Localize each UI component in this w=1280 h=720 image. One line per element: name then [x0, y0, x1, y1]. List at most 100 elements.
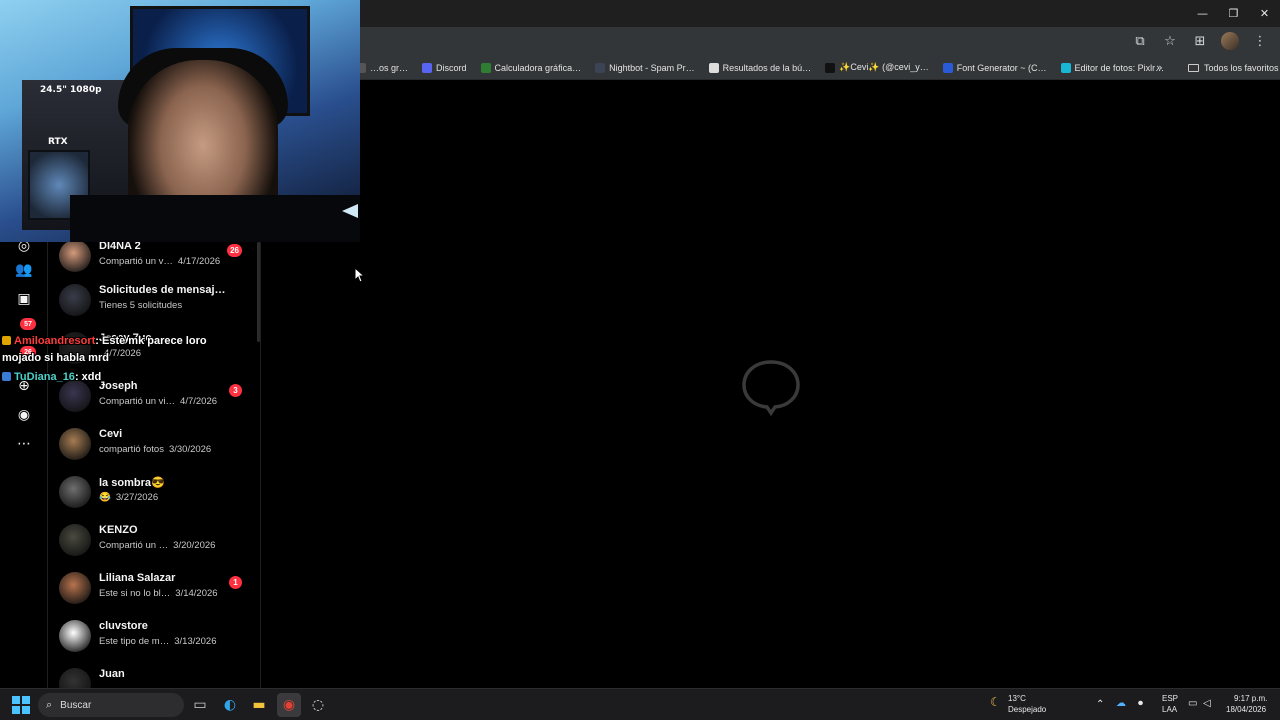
file-explorer-icon[interactable]: ▬	[247, 693, 271, 717]
reels-icon[interactable]: ▣	[14, 289, 34, 309]
taskbar-search[interactable]: ⌕ Buscar	[38, 693, 184, 717]
conversation-name: Solicitudes de mensaj…	[99, 284, 226, 296]
bookmark-item[interactable]: Calculadora gráfica…	[480, 62, 582, 73]
window-controls: — ❐ ✕	[1187, 0, 1280, 27]
tray-overflow-icon[interactable]: ⌃	[1096, 699, 1104, 710]
onedrive-icon[interactable]: ☁	[1116, 698, 1126, 709]
microphone-icon[interactable]: ⏺	[1138, 698, 1143, 709]
profile-icon[interactable]: ◉	[14, 405, 34, 425]
bookmark-item[interactable]: Discord	[422, 62, 467, 73]
conversation-name: Ɉoseph	[99, 380, 138, 392]
all-bookmarks-label: Todos los favoritos	[1204, 62, 1279, 73]
toolbar-actions: ⧉ ☆ ⊞ ⋮	[1128, 27, 1280, 55]
conversation-preview: Este tipo de m…	[99, 636, 170, 647]
close-button[interactable]: ✕	[1249, 0, 1280, 27]
chrome-icon[interactable]: ◉	[277, 693, 301, 717]
conversation-name: Juan	[99, 668, 125, 680]
conversation-preview: 😂	[99, 492, 111, 503]
weather-temp[interactable]: 13°C	[1008, 694, 1026, 703]
extensions-icon[interactable]: ⊞	[1188, 29, 1212, 53]
bookmark-star-icon[interactable]: ☆	[1158, 29, 1182, 53]
unread-badge: 26	[227, 244, 242, 257]
obs-icon[interactable]: ◌	[306, 693, 330, 717]
webcam-monitor-label: 24.5" 1080p	[40, 85, 102, 95]
conversation-item[interactable]: cluvstore Este tipo de m… 3/13/2026	[49, 616, 260, 664]
messenger-bubble-icon	[742, 360, 800, 416]
conversation-item[interactable]: DI4NA 2 Compartió un v… 4/17/2026 26	[49, 242, 260, 284]
bookmark-item[interactable]: Nightbot - Spam Pr…	[595, 62, 695, 73]
conversation-item[interactable]: Cevi compartió fotos 3/30/2026	[49, 424, 260, 472]
conversation-item[interactable]: Ɉoseph Compartió un vi… 4/7/2026 3	[49, 376, 260, 424]
font-generator-icon	[942, 62, 953, 73]
chat-user-1: Amiloandresort	[14, 335, 96, 347]
bookmark-item[interactable]: Editor de fotos: Pixlr…	[1060, 62, 1165, 73]
conversation-item[interactable]: Solicitudes de mensaj… Tienes 5 solicitud…	[49, 280, 260, 328]
bookmark-label: Nightbot - Spam Pr…	[609, 62, 695, 73]
windows-start-icon[interactable]	[12, 696, 30, 714]
document-icon	[708, 62, 719, 73]
bookmark-item[interactable]: Font Generator ~ (C…	[942, 62, 1047, 73]
conversation-item[interactable]: KENZO Compartió un … 3/20/2026	[49, 520, 260, 568]
avatar	[59, 380, 91, 412]
avatar	[59, 242, 91, 272]
conversation-preview-line: 😂 3/27/2026	[99, 492, 158, 503]
folder-icon	[1188, 63, 1199, 72]
menu-kebab-icon[interactable]: ⋮	[1248, 29, 1272, 53]
bookmark-item[interactable]: Resultados de la bú…	[708, 62, 811, 73]
conversation-item[interactable]: la sombra😎 😂 3/27/2026	[49, 472, 260, 520]
conversation-date: 3/20/2026	[173, 540, 216, 551]
profile-avatar[interactable]	[1218, 29, 1242, 53]
webcam-person-shirt	[70, 195, 360, 242]
avatar	[59, 428, 91, 460]
chat-line-2: mojado si habla mrd	[2, 352, 109, 364]
unread-badge: 1	[229, 576, 242, 589]
conversation-name: Cevi	[99, 428, 123, 440]
conversation-name: KENZO	[99, 524, 138, 536]
all-bookmarks-folder[interactable]: Todos los favoritos	[1188, 55, 1279, 80]
clock-date[interactable]: 18/04/2026	[1226, 705, 1266, 714]
more-icon[interactable]: ⋯	[14, 434, 34, 454]
language-bottom[interactable]: LAA	[1162, 705, 1177, 714]
conversation-preview: Tienes 5 solicitudes	[99, 300, 183, 311]
bookmark-label: …os gr…	[370, 62, 409, 73]
search-icon: ⌕	[46, 698, 53, 711]
bookmark-item[interactable]: …os gr…	[356, 62, 409, 73]
clock-time[interactable]: 9:17 p.m.	[1234, 694, 1267, 703]
conversation-preview: Compartió un vi…	[99, 396, 176, 407]
cast-icon[interactable]: ⧉	[1128, 29, 1152, 53]
bookmark-item[interactable]: ✨Cevi✨ (@cevi_y…	[825, 62, 929, 73]
conversation-preview-line: Este si no lo bl… 3/14/2026	[99, 588, 218, 599]
message-requests-icon	[59, 284, 91, 316]
conversation-item[interactable]: Liliana Salazar Este si no lo bl… 3/14/202…	[49, 568, 260, 616]
nightbot-icon	[595, 62, 606, 73]
avatar	[59, 572, 91, 604]
webcam-accent-triangle	[342, 204, 358, 218]
chat-msg-2: mojado si habla mrd	[2, 352, 109, 364]
bookmarks-list: …os gr… Discord Calculadora gráfica… Nightb…	[356, 55, 1178, 80]
conversation-preview-line: Tienes 5 solicitudes	[99, 300, 187, 311]
chat-user-3: TuDiana_16	[14, 371, 75, 383]
conversation-preview-line: Este tipo de m… 3/13/2026	[99, 636, 217, 647]
conversation-list: DI4NA 2 Compartió un v… 4/17/2026 26 Solicit…	[49, 242, 261, 688]
people-icon[interactable]: 👥	[14, 260, 34, 280]
conversation-scrollbar[interactable]	[257, 242, 260, 342]
weather-desc[interactable]: Despejado	[1008, 705, 1046, 714]
bookmark-label: Calculadora gráfica…	[494, 62, 582, 73]
bookmark-label: Font Generator ~ (C…	[956, 62, 1047, 73]
language-top[interactable]: ESP	[1162, 694, 1178, 703]
weather-moon-icon: ☾	[990, 695, 1001, 709]
task-view-icon[interactable]: ▭	[188, 693, 212, 717]
bookmarks-overflow-button[interactable]: »	[1156, 61, 1163, 74]
notifications-badge: 57	[20, 318, 36, 330]
volume-icon[interactable]: ◁	[1203, 698, 1211, 709]
network-icon[interactable]: ▭	[1188, 698, 1197, 709]
restore-button[interactable]: ❐	[1218, 0, 1249, 27]
edge-icon[interactable]: ◐	[218, 693, 242, 717]
chat-msg-1: : Este mk parece loro	[95, 335, 207, 347]
bookmark-label: Editor de fotos: Pixlr…	[1074, 62, 1165, 73]
conversation-item[interactable]: Juan	[49, 664, 260, 688]
chat-line-3: TuDiana_16: xdd	[2, 371, 101, 383]
unread-badge: 3	[229, 384, 242, 397]
minimize-button[interactable]: —	[1187, 0, 1218, 27]
tiktok-icon	[825, 62, 836, 73]
